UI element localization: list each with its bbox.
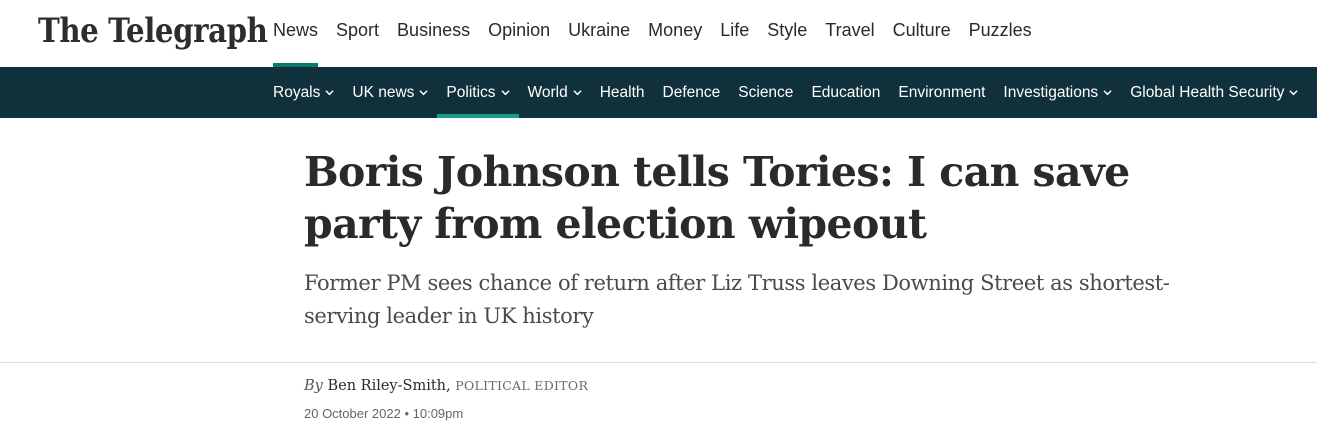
primary-nav-style[interactable]: Style <box>758 0 816 67</box>
section-nav-health[interactable]: Health <box>591 67 654 118</box>
chevron-down-icon <box>325 88 334 97</box>
author-link[interactable]: Ben Riley-Smith, <box>327 378 450 394</box>
section-nav-education[interactable]: Education <box>802 67 889 118</box>
article-standfirst: Former PM sees chance of return after Li… <box>304 271 1170 328</box>
section-nav-environment[interactable]: Environment <box>889 67 994 118</box>
chevron-down-icon <box>1103 88 1112 97</box>
section-nav-label: Education <box>811 83 881 101</box>
section-nav-label: World <box>527 83 568 101</box>
chevron-down-icon <box>500 88 510 97</box>
section-nav-label: Defence <box>662 83 721 101</box>
section-nav-investigations[interactable]: Investigations <box>994 67 1121 118</box>
primary-nav-business[interactable]: Business <box>388 0 479 67</box>
primary-nav-travel[interactable]: Travel <box>816 0 883 67</box>
section-nav-science[interactable]: Science <box>729 67 802 118</box>
section-nav-politics[interactable]: Politics <box>437 67 519 118</box>
article-headline: Boris Johnson tells Tories: I can save p… <box>304 148 1130 248</box>
section-nav-list: Royals UK news Politics World Health Defence S… <box>264 67 1307 118</box>
section-nav-label: Global Health Security <box>1130 83 1285 101</box>
byline-prefix: By <box>304 378 323 394</box>
section-nav-label: Royals <box>273 83 321 101</box>
section-nav-defence[interactable]: Defence <box>654 67 730 118</box>
site-logo[interactable]: The Telegraph <box>38 10 268 52</box>
section-nav: Royals UK news Politics World Health Defence S… <box>0 67 1317 118</box>
divider <box>0 362 1317 363</box>
section-nav-label: Science <box>738 83 794 101</box>
site-header: The Telegraph News Sport Business Opinion Uk… <box>0 0 1317 67</box>
section-nav-royals[interactable]: Royals <box>264 67 343 118</box>
article-header: Boris Johnson tells Tories: I can save p… <box>0 118 1317 363</box>
primary-nav-culture[interactable]: Culture <box>884 0 960 67</box>
section-nav-label: Investigations <box>1003 83 1099 101</box>
primary-nav-news[interactable]: News <box>264 0 327 67</box>
section-nav-world[interactable]: World <box>519 67 591 118</box>
section-nav-label: UK news <box>352 83 415 101</box>
chevron-down-icon <box>419 88 429 97</box>
primary-nav-money[interactable]: Money <box>639 0 711 67</box>
primary-nav-puzzles[interactable]: Puzzles <box>960 0 1041 67</box>
chevron-down-icon <box>1289 88 1299 97</box>
section-nav-uk-news[interactable]: UK news <box>343 67 437 118</box>
section-nav-label: Environment <box>898 83 986 101</box>
section-nav-label: Health <box>599 83 645 101</box>
chevron-down-icon <box>573 88 582 97</box>
section-nav-label: Politics <box>446 83 496 101</box>
section-nav-global-health-security[interactable]: Global Health Security <box>1121 67 1307 118</box>
primary-nav: News Sport Business Opinion Ukraine Money Life… <box>264 0 1041 67</box>
primary-nav-sport[interactable]: Sport <box>327 0 388 67</box>
byline: By Ben Riley-Smith, POLITICAL EDITOR <box>304 378 588 394</box>
publish-date: 20 October 2022 • 10:09pm <box>304 406 464 421</box>
primary-nav-life[interactable]: Life <box>711 0 758 67</box>
primary-nav-opinion[interactable]: Opinion <box>479 0 559 67</box>
author-role: POLITICAL EDITOR <box>455 378 589 393</box>
primary-nav-ukraine[interactable]: Ukraine <box>559 0 639 67</box>
